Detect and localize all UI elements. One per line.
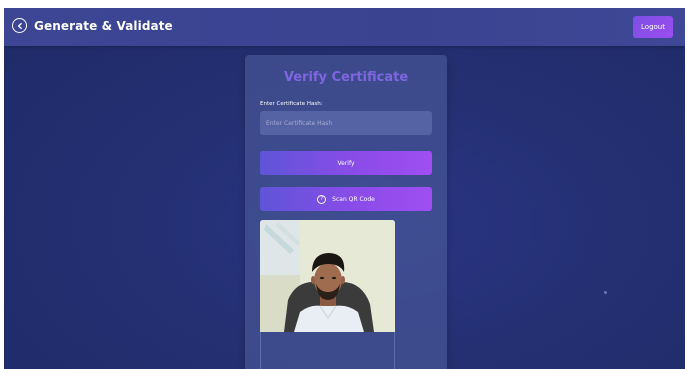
webcam-image: [260, 220, 395, 332]
brand[interactable]: Generate & Validate: [12, 18, 173, 33]
scan-qr-label: Scan QR Code: [332, 195, 375, 203]
logout-button[interactable]: Logout: [633, 16, 673, 38]
navbar: Generate & Validate Logout: [4, 8, 685, 46]
verify-certificate-card: Verify Certificate Enter Certificate Has…: [245, 55, 447, 369]
qr-scan-icon: ?: [317, 194, 327, 204]
hash-label: Enter Certificate Hash:: [260, 101, 323, 107]
app-title: Generate & Validate: [34, 18, 173, 33]
background-dot: [604, 291, 607, 294]
scan-qr-button[interactable]: ? Scan QR Code: [260, 187, 432, 211]
webcam-frame-bottom: [260, 332, 395, 369]
app-window: Generate & Validate Logout Verify Certif…: [4, 8, 685, 369]
circle-arrow-icon: [12, 18, 27, 33]
card-title: Verify Certificate: [283, 70, 409, 85]
certificate-hash-input[interactable]: [260, 111, 432, 135]
webcam-feed: [260, 220, 395, 332]
verify-button[interactable]: Verify: [260, 151, 432, 175]
